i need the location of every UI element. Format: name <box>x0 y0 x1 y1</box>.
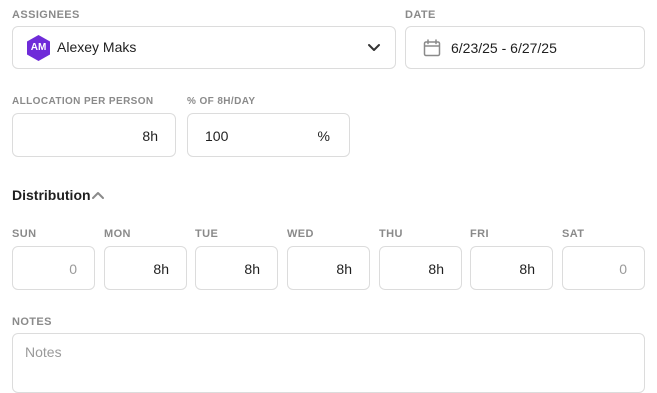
day-value-thu: 8h <box>428 261 444 277</box>
notes-label: NOTES <box>12 316 52 328</box>
percent-value: 100 <box>205 128 229 144</box>
date-label: DATE <box>405 9 436 21</box>
day-input-tue[interactable]: 8h <box>195 246 278 290</box>
day-value-sun: 0 <box>69 261 77 277</box>
notes-placeholder: Notes <box>25 344 62 360</box>
day-label-sun: SUN <box>12 228 37 240</box>
day-value-fri: 8h <box>519 261 535 277</box>
calendar-icon <box>423 39 441 57</box>
assignees-label: ASSIGNEES <box>12 9 80 21</box>
day-value-mon: 8h <box>153 261 169 277</box>
day-input-thu[interactable]: 8h <box>379 246 462 290</box>
chevron-up-icon[interactable] <box>91 191 105 200</box>
avatar-initials: AM <box>30 42 47 53</box>
notes-textarea[interactable]: Notes <box>12 333 645 393</box>
date-range-picker[interactable]: 6/23/25 - 6/27/25 <box>405 26 645 69</box>
day-input-sun[interactable]: 0 <box>12 246 95 290</box>
percent-input[interactable]: 100 % <box>187 113 350 157</box>
allocation-label: ALLOCATION PER PERSON <box>12 96 154 107</box>
assignee-name: Alexey Maks <box>57 39 137 55</box>
day-label-fri: FRI <box>470 228 489 240</box>
avatar: AM <box>26 35 51 61</box>
chevron-down-icon[interactable] <box>367 43 381 52</box>
assignee-select[interactable]: AM Alexey Maks <box>12 26 396 69</box>
day-input-sat[interactable]: 0 <box>562 246 645 290</box>
day-input-fri[interactable]: 8h <box>470 246 553 290</box>
distribution-title[interactable]: Distribution <box>12 187 91 203</box>
allocation-value: 8h <box>142 128 158 144</box>
day-input-wed[interactable]: 8h <box>287 246 370 290</box>
day-label-thu: THU <box>379 228 403 240</box>
allocation-input[interactable]: 8h <box>12 113 176 157</box>
day-value-tue: 8h <box>244 261 260 277</box>
day-label-sat: SAT <box>562 228 585 240</box>
day-label-tue: TUE <box>195 228 219 240</box>
day-value-sat: 0 <box>619 261 627 277</box>
day-label-mon: MON <box>104 228 131 240</box>
percent-label: % OF 8H/DAY <box>187 96 256 107</box>
day-input-mon[interactable]: 8h <box>104 246 187 290</box>
percent-unit: % <box>317 128 330 144</box>
day-value-wed: 8h <box>336 261 352 277</box>
day-label-wed: WED <box>287 228 314 240</box>
date-range-value: 6/23/25 - 6/27/25 <box>451 40 557 56</box>
